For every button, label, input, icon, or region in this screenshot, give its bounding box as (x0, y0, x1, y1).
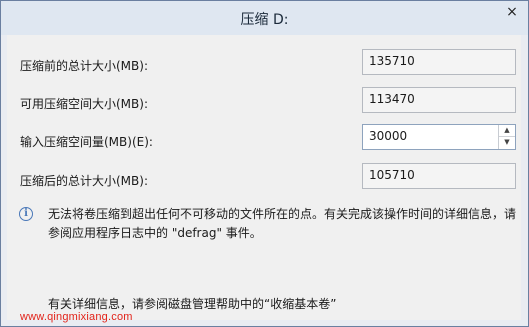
shrink-amount-input[interactable] (369, 129, 489, 143)
shrink-dialog: 压缩 D: × 压缩前的总计大小(MB): 135710 可用压缩空间大小(MB… (0, 0, 529, 327)
dialog-title: 压缩 D: (240, 12, 289, 28)
available-space-label: 可用压缩空间大小(MB): (20, 97, 148, 111)
spin-down-icon[interactable]: ▼ (499, 137, 515, 148)
total-before-value: 135710 (362, 49, 516, 75)
spin-up-icon[interactable]: ▲ (499, 125, 515, 137)
close-button[interactable]: × (503, 3, 521, 21)
spin-buttons: ▲ ▼ (498, 125, 515, 149)
info-message: 无法将卷压缩到超出任何不可移动的文件所在的点。有关完成该操作时间的详细信息，请参… (48, 207, 517, 240)
available-space-value: 113470 (362, 87, 516, 113)
total-after-label: 压缩后的总计大小(MB): (20, 174, 148, 188)
total-after-value: 105710 (362, 163, 516, 189)
shrink-amount-label: 输入压缩空间量(MB)(E): (20, 135, 153, 149)
dialog-content: 压缩前的总计大小(MB): 135710 可用压缩空间大小(MB): 11347… (7, 35, 521, 323)
title-bar[interactable]: 压缩 D: × (1, 1, 528, 35)
total-before-label: 压缩前的总计大小(MB): (20, 59, 148, 73)
info-icon: i (19, 207, 33, 221)
help-link-text[interactable]: 有关详细信息，请参阅磁盘管理帮助中的“收缩基本卷” (48, 295, 336, 312)
shrink-amount-stepper[interactable]: ▲ ▼ (362, 124, 516, 150)
close-icon: × (506, 4, 518, 20)
watermark: www.qingmixiang.com (20, 311, 133, 323)
